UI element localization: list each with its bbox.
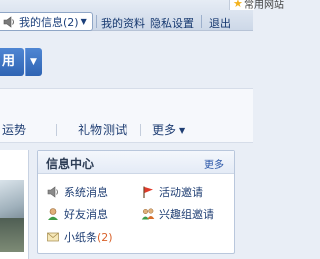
main-nav: 运势 礼物 测试 更多 ▼ (0, 88, 253, 143)
system-messages-link[interactable]: 系统消息 (46, 184, 108, 200)
friend-messages-link[interactable]: 好友消息 (46, 206, 108, 222)
flag-icon (143, 186, 153, 198)
speaker-icon (47, 186, 58, 198)
notes-count: (2) (97, 230, 113, 244)
top-bar: 我的信息(2) ▼ 我的资料 隐私设置 退出 ★ 常用网站 (0, 0, 284, 31)
group-icon (141, 208, 155, 220)
nav-item-fortune[interactable]: 运势 (2, 121, 26, 138)
person-icon (48, 208, 58, 220)
divider (201, 15, 202, 28)
chevron-down-icon: ▼ (179, 126, 186, 135)
nav-item-more[interactable]: 更多 ▼ (152, 121, 185, 138)
notes-link[interactable]: 小纸条 (2) (46, 229, 113, 245)
interest-group-invites-link[interactable]: 兴趣组邀请 (141, 206, 214, 222)
photo-foreground (0, 218, 24, 252)
favorites-label: 常用网站 (244, 0, 284, 11)
divider (96, 15, 97, 28)
photo-thumbnail[interactable] (0, 180, 24, 252)
event-invites-label: 活动邀请 (159, 186, 203, 199)
chevron-down-icon: ▼ (30, 57, 37, 67)
star-icon: ★ (233, 0, 243, 10)
left-panel (0, 150, 29, 259)
chevron-down-icon: ▼ (80, 17, 87, 26)
info-center-card: 信息中心 更多 系统消息 活动邀请 好友消息 兴趣组邀请 小纸条 (2) (37, 150, 235, 254)
event-invites-link[interactable]: 活动邀请 (141, 184, 203, 200)
info-center-title: 信息中心 (46, 157, 95, 171)
friend-messages-label: 好友消息 (64, 208, 108, 221)
interest-group-invites-label: 兴趣组邀请 (159, 208, 214, 221)
notes-label: 小纸条 (64, 231, 97, 244)
system-messages-label: 系统消息 (64, 186, 108, 199)
envelope-icon (47, 232, 59, 242)
nav-item-test[interactable]: 测试 (103, 121, 127, 138)
info-center-header: 信息中心 更多 (38, 151, 234, 174)
nav-divider (140, 124, 141, 136)
my-profile-link[interactable]: 我的资料 (101, 15, 145, 31)
app-tab-dropdown[interactable]: ▼ (25, 48, 42, 76)
favorites-button[interactable]: ★ 常用网站 (229, 0, 284, 11)
nav-item-gifts[interactable]: 礼物 (78, 121, 102, 138)
app-tab-label: 用 (2, 54, 16, 69)
my-messages-dropdown[interactable]: 我的信息(2) ▼ (0, 12, 93, 31)
speaker-icon (3, 15, 14, 28)
logout-link[interactable]: 退出 (209, 15, 231, 31)
my-messages-label: 我的信息(2) (19, 15, 79, 29)
info-center-more-link[interactable]: 更多 (204, 156, 224, 171)
app-tab[interactable]: 用 (0, 48, 24, 76)
nav-divider (56, 124, 57, 136)
privacy-settings-link[interactable]: 隐私设置 (150, 15, 194, 31)
nav-more-label: 更多 (152, 123, 177, 137)
